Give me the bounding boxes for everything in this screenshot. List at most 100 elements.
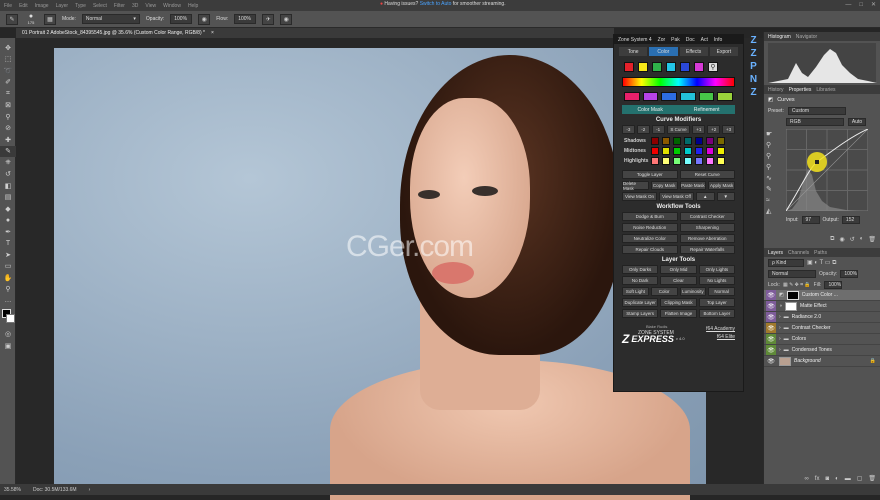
menu-select[interactable]: Select: [93, 3, 107, 9]
mod-s-curve[interactable]: S Curve: [666, 125, 691, 134]
layer-mask-thumbnail[interactable]: [785, 301, 798, 311]
range-purple[interactable]: [642, 92, 659, 101]
layer-row[interactable]: 👁 › ▬ Contrast Checker: [764, 323, 880, 334]
range-cyan[interactable]: [680, 92, 696, 101]
high-swatch-3[interactable]: [673, 157, 681, 165]
view-previous-icon[interactable]: ◉: [839, 236, 844, 243]
ruler-tool-icon[interactable]: ⊘: [0, 123, 16, 135]
fx-icon[interactable]: fx: [815, 476, 820, 482]
brush-settings-icon[interactable]: ▦: [44, 13, 56, 25]
paste-mask-button[interactable]: Paste Mask: [679, 181, 707, 190]
luminosity-button[interactable]: Luminosity: [679, 287, 707, 296]
mid-swatch-5[interactable]: [695, 147, 703, 155]
preset-select[interactable]: Custom: [787, 106, 846, 115]
channel-select[interactable]: RGB: [786, 117, 844, 126]
noise-reduction-button[interactable]: Noise Reduction: [622, 223, 678, 232]
high-swatch-1[interactable]: [651, 157, 659, 165]
healing-tool-icon[interactable]: ✚: [0, 134, 16, 146]
high-swatch-2[interactable]: [662, 157, 670, 165]
zoom-tool-icon[interactable]: ⚲: [0, 284, 16, 296]
tab-properties[interactable]: Properties: [789, 87, 812, 93]
background-color[interactable]: [6, 313, 15, 323]
only-lights-button[interactable]: Only Lights: [698, 265, 735, 274]
clipping-mask-button[interactable]: Clipping Mask: [660, 298, 697, 307]
brush-preset-picker[interactable]: ● 175: [24, 13, 38, 25]
curve-pencil-icon[interactable]: ✎: [766, 184, 780, 195]
more-tools-icon[interactable]: …: [0, 295, 16, 307]
stamp-layers-button[interactable]: Stamp Layers: [622, 309, 659, 318]
high-swatch-5[interactable]: [695, 157, 703, 165]
clone-stamp-tool-icon[interactable]: ⎈: [0, 157, 16, 169]
path-select-tool-icon[interactable]: ➤: [0, 249, 16, 261]
mod-minus1[interactable]: -1: [651, 125, 665, 134]
flatten-image-button[interactable]: Flatten Image: [660, 309, 697, 318]
eye-icon[interactable]: 👁: [766, 290, 776, 300]
range-blue[interactable]: [661, 92, 678, 101]
new-adjustment-icon[interactable]: ◐: [835, 476, 839, 482]
fill-field[interactable]: 100%: [824, 280, 843, 289]
tab-navigator[interactable]: Navigator: [796, 34, 817, 40]
mid-swatch-1[interactable]: [651, 147, 659, 155]
tab-histogram[interactable]: Histogram: [768, 34, 791, 40]
history-brush-tool-icon[interactable]: ↺: [0, 169, 16, 181]
delete-layer-icon[interactable]: 🗑: [868, 475, 876, 482]
clear-button[interactable]: Clear: [660, 276, 697, 285]
menu-type[interactable]: Type: [75, 3, 86, 9]
swatch-green[interactable]: [652, 62, 662, 72]
menu-help[interactable]: Help: [188, 3, 198, 9]
no-dark-button[interactable]: No Dark: [622, 276, 659, 285]
mod-plus3[interactable]: +3: [722, 125, 735, 134]
shadow-swatch-4[interactable]: [684, 137, 692, 145]
layer-row[interactable]: 👁 › ▬ Radiance 2.0: [764, 312, 880, 323]
eyedropper-icon[interactable]: ⚲: [708, 62, 718, 72]
swatch-blue[interactable]: [680, 62, 690, 72]
menu-3d[interactable]: 3D: [132, 3, 138, 9]
toggle-layer-button[interactable]: Toggle Layer: [622, 170, 678, 179]
tab-paths[interactable]: Paths: [814, 250, 827, 256]
eye-icon[interactable]: 👁: [766, 345, 776, 355]
eye-icon[interactable]: 👁: [766, 312, 776, 322]
pak-launch-icon[interactable]: P: [747, 60, 760, 72]
layer-kind-select[interactable]: ρ Kind: [768, 258, 804, 267]
color-swatches[interactable]: [0, 307, 16, 329]
quick-select-tool-icon[interactable]: ✐: [0, 77, 16, 89]
repair-clouds-button[interactable]: Repair Clouds: [622, 245, 678, 254]
opacity-field[interactable]: 100%: [170, 14, 193, 24]
duplicate-layer-button[interactable]: Duplicate Layer: [622, 298, 659, 307]
shadow-swatch-2[interactable]: [662, 137, 670, 145]
mid-swatch-7[interactable]: [717, 147, 725, 155]
reset-icon[interactable]: ↺: [850, 236, 855, 243]
swatch-yellow[interactable]: [638, 62, 648, 72]
tab-effects[interactable]: Effects: [679, 47, 708, 56]
trash-icon[interactable]: 🗑: [868, 236, 876, 243]
black-point-icon[interactable]: ⚲: [766, 140, 780, 151]
layer-opacity-field[interactable]: 100%: [840, 269, 859, 278]
copy-mask-button[interactable]: Copy Mask: [650, 181, 678, 190]
gradient-tool-icon[interactable]: ▤: [0, 192, 16, 204]
move-tool-icon[interactable]: ✥: [0, 42, 16, 54]
swatch-magenta[interactable]: [694, 62, 704, 72]
tab-tone[interactable]: Tone: [619, 47, 648, 56]
hand-tool-icon[interactable]: ✋: [0, 272, 16, 284]
blur-tool-icon[interactable]: ◆: [0, 203, 16, 215]
menu-layer[interactable]: Layer: [56, 3, 69, 9]
neutralize-color-button[interactable]: Neutralize Color: [622, 234, 678, 243]
tab-export[interactable]: Export: [709, 47, 738, 56]
eye-icon[interactable]: 👁: [766, 323, 776, 333]
clip-to-layer-icon[interactable]: ⧉: [830, 236, 834, 243]
zone-system-title-bar[interactable]: Zone System 4 Zor Pak Doc Act Info: [614, 35, 743, 44]
mode-select[interactable]: Normal ▾: [81, 14, 140, 24]
mid-swatch-4[interactable]: [684, 147, 692, 155]
shadow-swatch-5[interactable]: [695, 137, 703, 145]
reset-curve-button[interactable]: Reset Curve: [679, 170, 735, 179]
title-tab-zor[interactable]: Zor: [658, 37, 666, 43]
eyedropper-tool-icon[interactable]: ⚲: [0, 111, 16, 123]
layer-row[interactable]: 👁 ◑ Matte Effect: [764, 301, 880, 312]
tab-color[interactable]: Color: [649, 47, 678, 56]
f64-elite-link[interactable]: f64 Elite: [717, 334, 735, 340]
sharpening-button[interactable]: Sharpening: [679, 223, 735, 232]
target-adjust-icon[interactable]: ☛: [766, 129, 780, 140]
tab-layers[interactable]: Layers: [768, 250, 783, 256]
layer-filter-icons[interactable]: ▣ ◐ T ▭ ⧉: [807, 259, 836, 267]
blend-mode-select[interactable]: Normal: [768, 269, 816, 278]
